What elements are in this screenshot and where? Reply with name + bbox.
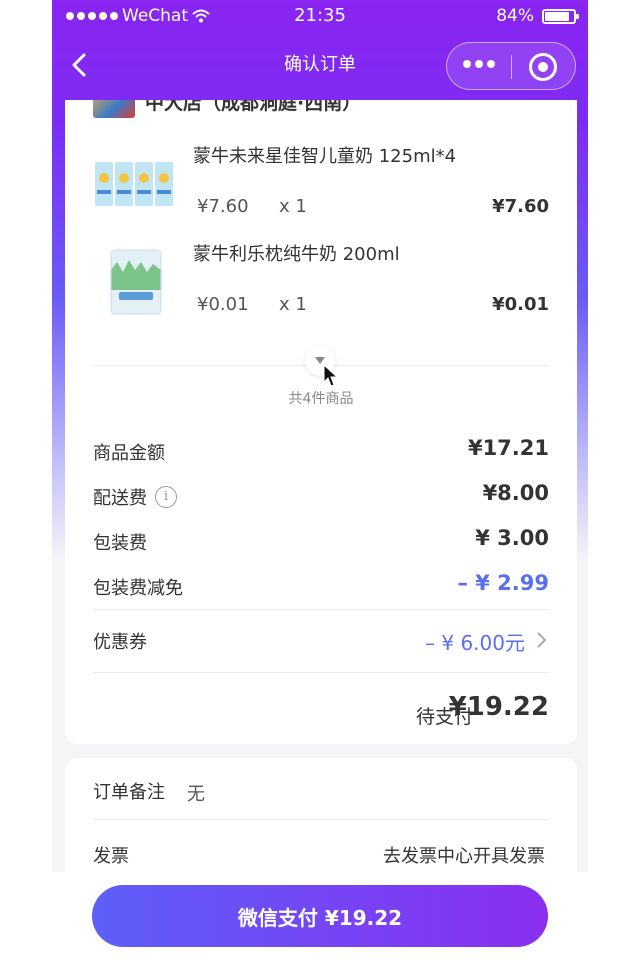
- shop-name: 中大店（成都洞庭·西南）: [145, 100, 362, 114]
- phone-screen: WeChat 21:35 84% 确认订单 中大店（成都洞庭·西南） 蒙牛未来星…: [52, 0, 588, 960]
- close-miniprogram-icon[interactable]: [529, 53, 557, 81]
- product-total: ¥7.60: [492, 196, 549, 217]
- packing-fee-row: 包装费 ¥ 3.00: [93, 526, 549, 556]
- battery-area: 84%: [496, 6, 579, 26]
- wechat-pay-button[interactable]: 微信支付 ¥19.22: [92, 885, 548, 947]
- status-bar: WeChat 21:35 84%: [52, 0, 588, 32]
- battery-percent: 84%: [496, 6, 534, 26]
- nav-bar: 确认订单: [52, 32, 588, 96]
- item-count-text: 共4件商品: [288, 391, 354, 407]
- product-total: ¥0.01: [492, 294, 549, 315]
- more-dots-icon[interactable]: [463, 60, 495, 68]
- goods-amount-value: ¥17.21: [467, 436, 549, 460]
- product-name: 蒙牛未来星佳智儿童奶 125ml*4: [193, 146, 457, 167]
- divider: [93, 819, 549, 820]
- coupon-row[interactable]: 优惠券 – ¥ 6.00元: [93, 625, 549, 655]
- goods-amount-row: 商品金额 ¥17.21: [93, 436, 549, 466]
- packing-discount-value: – ¥ 2.99: [457, 571, 549, 595]
- coupon-value: – ¥ 6.00元: [425, 631, 525, 655]
- order-note-value[interactable]: 无: [187, 780, 205, 806]
- delivery-fee-value: ¥8.00: [482, 481, 549, 505]
- product-image: [110, 249, 162, 315]
- product-unit-price: ¥7.60: [197, 196, 249, 217]
- packing-discount-row: 包装费减免 – ¥ 2.99: [93, 571, 549, 601]
- product-quantity: x 1: [279, 294, 307, 315]
- order-note-label: 订单备注: [93, 782, 165, 803]
- divider: [93, 609, 549, 610]
- product-unit-price: ¥0.01: [197, 294, 249, 315]
- divider: [93, 672, 549, 673]
- miniprogram-capsule: [446, 42, 576, 90]
- goods-amount-label: 商品金额: [93, 443, 165, 464]
- delivery-fee-label: 配送费: [93, 488, 147, 509]
- invoice-label: 发票: [93, 846, 129, 867]
- capsule-divider: [511, 55, 512, 79]
- packing-fee-value: ¥ 3.00: [475, 526, 549, 550]
- info-icon[interactable]: i: [155, 486, 177, 508]
- product-name: 蒙牛利乐枕纯牛奶 200ml: [193, 244, 400, 265]
- packing-fee-label: 包装费: [93, 533, 147, 554]
- delivery-fee-row: 配送费 i ¥8.00: [93, 481, 549, 511]
- order-item: 蒙牛未来星佳智儿童奶 125ml*4 ¥7.60 x 1 ¥7.60: [93, 142, 553, 232]
- chevron-right-icon: [537, 632, 547, 648]
- order-card: 中大店（成都洞庭·西南） 蒙牛未来星佳智儿童奶 125ml*4 ¥7.60 x …: [65, 100, 577, 744]
- delivery-fee-label-group: 配送费 i: [93, 484, 177, 510]
- shop-logo: [93, 100, 135, 118]
- invoice-center-link[interactable]: 去发票中心开具发票: [383, 842, 545, 868]
- pay-bar: 微信支付 ¥19.22: [0, 872, 640, 960]
- packing-discount-label: 包装费减免: [93, 578, 183, 599]
- order-item: 蒙牛利乐枕纯牛奶 200ml ¥0.01 x 1 ¥0.01: [93, 240, 553, 330]
- battery-icon: [542, 8, 579, 24]
- coupon-label: 优惠券: [93, 632, 147, 653]
- shop-header: 中大店（成都洞庭·西南）: [93, 100, 361, 118]
- mouse-cursor-icon: [323, 364, 339, 387]
- product-image: [95, 162, 173, 206]
- product-quantity: x 1: [279, 196, 307, 217]
- pending-payment-value: ¥19.22: [448, 692, 549, 722]
